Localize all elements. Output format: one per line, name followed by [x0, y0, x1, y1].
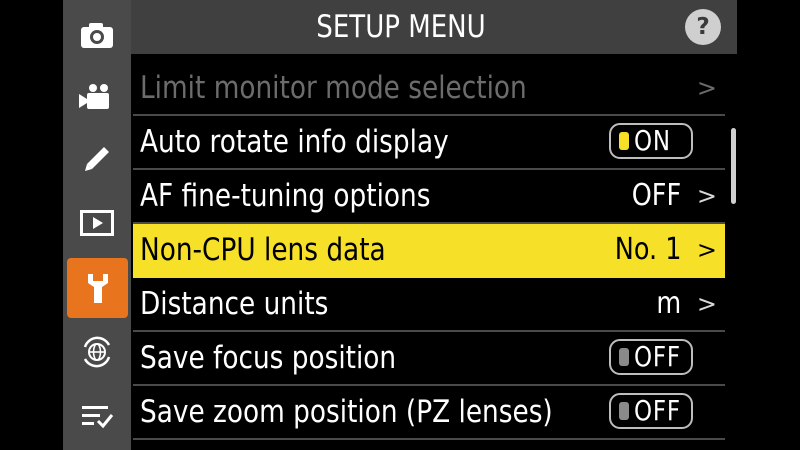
menu-item-save-zoom-position[interactable]: Save zoom position (PZ lenses) OFF [133, 386, 725, 440]
help-button[interactable]: ? [685, 9, 721, 45]
tab-photo-shooting[interactable] [63, 5, 131, 65]
tab-movie-recording[interactable] [63, 67, 131, 127]
menu-item-label: Save focus position [140, 340, 397, 376]
menu-item-label: Non-CPU lens data [140, 232, 386, 268]
scrollbar[interactable] [731, 128, 736, 204]
menu-item-distance-units[interactable]: Distance units m > [133, 278, 725, 332]
menu-list: Limit monitor mode selection > Auto rota… [131, 54, 737, 450]
tab-retouch[interactable] [63, 129, 131, 189]
menu-tab-rail [63, 0, 131, 450]
toggle-indicator [619, 402, 629, 420]
menu-header: SETUP MENU ? [131, 0, 737, 54]
movie-camera-icon [79, 83, 115, 111]
tab-setup[interactable] [67, 258, 128, 318]
tab-my-menu[interactable] [63, 386, 131, 446]
chevron-right-icon: > [696, 236, 717, 264]
menu-item-auto-rotate-info[interactable]: Auto rotate info display ON [133, 116, 725, 170]
chevron-right-icon: > [696, 182, 717, 210]
network-globe-icon [80, 335, 114, 369]
menu-item-limit-monitor-mode[interactable]: Limit monitor mode selection > [133, 62, 725, 116]
menu-item-value: OFF [631, 178, 681, 213]
menu-item-label: Limit monitor mode selection [140, 70, 527, 106]
my-menu-icon [80, 402, 114, 430]
menu-item-label: Save zoom position (PZ lenses) [140, 394, 553, 430]
menu-item-label: Distance units [140, 286, 329, 322]
camera-menu-screen: SETUP MENU ? Limit monitor mode selectio… [0, 0, 800, 450]
toggle-indicator [619, 348, 629, 366]
menu-item-save-focus-position[interactable]: Save focus position OFF [133, 332, 725, 386]
playback-icon [80, 210, 114, 236]
toggle-switch-off[interactable]: OFF [609, 393, 693, 429]
tab-network[interactable] [63, 322, 131, 382]
menu-item-non-cpu-lens-data[interactable]: Non-CPU lens data No. 1 > [133, 224, 725, 278]
toggle-switch-on[interactable]: ON [609, 123, 693, 159]
menu-item-value: No. 1 [614, 232, 681, 267]
menu-item-value: m [656, 286, 681, 321]
toggle-label: ON [634, 124, 671, 157]
menu-item-af-fine-tuning[interactable]: AF fine-tuning options OFF > [133, 170, 725, 224]
toggle-label: OFF [634, 394, 681, 427]
toggle-label: OFF [634, 340, 681, 373]
toggle-switch-off[interactable]: OFF [609, 339, 693, 375]
camera-icon [80, 21, 114, 49]
pencil-icon [82, 144, 112, 174]
menu-item-label: Auto rotate info display [140, 124, 449, 160]
tab-playback[interactable] [63, 193, 131, 253]
menu-item-label: AF fine-tuning options [140, 178, 431, 214]
wrench-icon [84, 271, 112, 305]
page-title: SETUP MENU [316, 9, 486, 45]
toggle-indicator [619, 132, 629, 150]
chevron-right-icon: > [696, 74, 717, 102]
help-icon: ? [696, 14, 710, 40]
chevron-right-icon: > [696, 290, 717, 318]
